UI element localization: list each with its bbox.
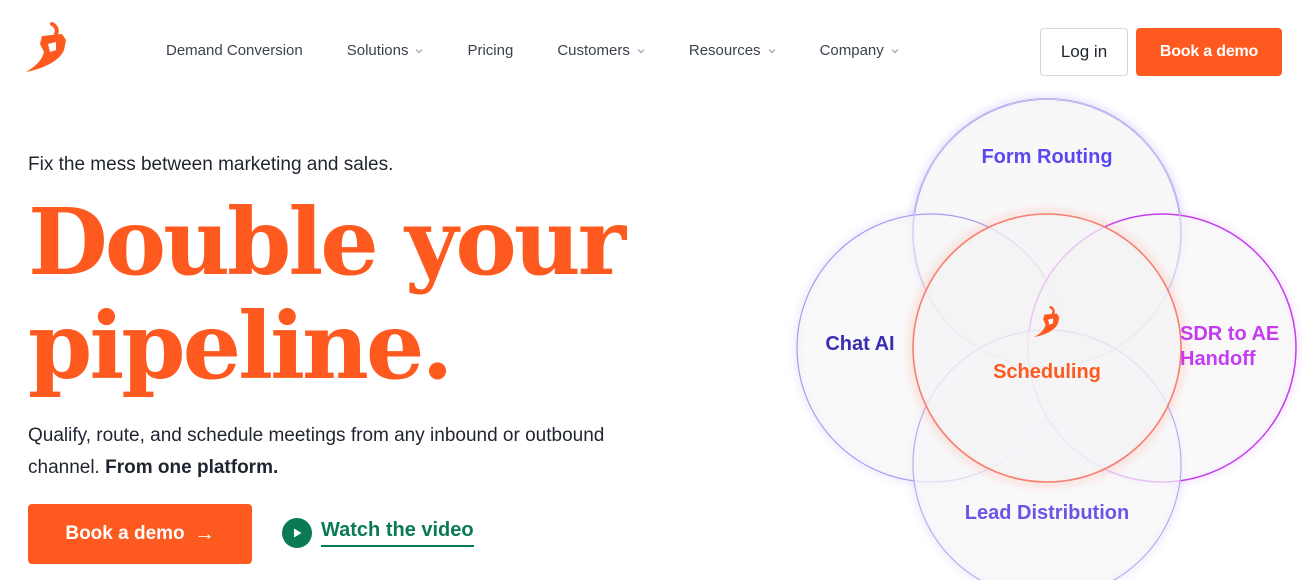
- nav-pricing[interactable]: Pricing: [467, 42, 513, 59]
- book-demo-label: Book a demo: [65, 523, 185, 544]
- nav-resources[interactable]: Resources: [689, 42, 776, 59]
- venn-label-sdr-handoff: SDR to AE Handoff: [1180, 322, 1296, 372]
- product-venn-diagram: Form Routing Chat AI SDR to AE Handoff S…: [780, 90, 1303, 580]
- arrow-right-icon: →: [194, 522, 215, 545]
- nav-label: Demand Conversion: [166, 42, 303, 59]
- hero-headline: Double your pipeline.: [28, 190, 688, 398]
- venn-label-lead-distribution: Lead Distribution: [964, 502, 1130, 524]
- play-icon: [282, 518, 312, 548]
- chili-pepper-logo-icon: [26, 22, 66, 72]
- nav-label: Solutions: [346, 42, 409, 59]
- nav-customers[interactable]: Customers: [557, 42, 645, 59]
- book-demo-header-button[interactable]: Book a demo: [1136, 28, 1282, 76]
- nav-company[interactable]: Company: [820, 42, 899, 59]
- venn-label-sdr-line1: SDR to AE: [1180, 323, 1280, 345]
- main-nav: Demand Conversion Solutions Pricing Cust…: [166, 42, 943, 59]
- headline-line-2: pipeline.: [28, 292, 453, 400]
- chevron-down-icon: [768, 48, 775, 53]
- watch-video-label: Watch the video: [321, 519, 474, 547]
- hero-eyebrow: Fix the mess between marketing and sales…: [28, 154, 394, 175]
- hero-subtext: Qualify, route, and schedule meetings fr…: [28, 420, 668, 484]
- venn-label-chat-ai: Chat AI: [825, 333, 895, 355]
- hero-subtext-bold: From one platform.: [105, 457, 279, 478]
- chevron-down-icon: [416, 48, 423, 53]
- headline-line-1: Double your: [28, 188, 626, 296]
- venn-label-sdr-line2: Handoff: [1180, 348, 1256, 370]
- venn-circle-scheduling: [912, 213, 1182, 483]
- chevron-down-icon: [637, 48, 645, 53]
- nav-label: Customers: [557, 42, 630, 59]
- nav-label: Company: [819, 42, 884, 59]
- nav-label: Pricing: [467, 42, 514, 59]
- watch-video-link[interactable]: Watch the video: [282, 518, 474, 548]
- logo[interactable]: [22, 22, 72, 74]
- login-button[interactable]: Log in: [1040, 28, 1128, 76]
- venn-label-scheduling: Scheduling: [993, 361, 1101, 383]
- nav-demand-conversion[interactable]: Demand Conversion: [166, 42, 303, 59]
- nav-solutions[interactable]: Solutions: [347, 42, 424, 59]
- book-demo-hero-button[interactable]: Book a demo →: [28, 504, 252, 564]
- nav-label: Resources: [688, 42, 761, 59]
- venn-label-form-routing: Form Routing: [981, 146, 1113, 168]
- chevron-down-icon: [891, 48, 899, 53]
